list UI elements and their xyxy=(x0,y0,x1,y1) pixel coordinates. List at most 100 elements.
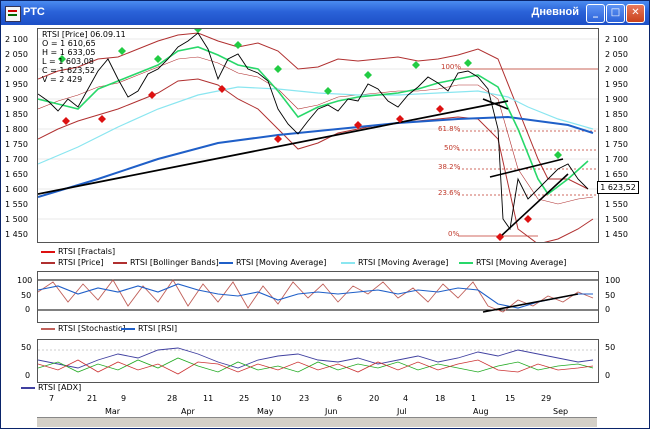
legend-ma-blue: RTSI [Moving Average] xyxy=(219,258,326,267)
rsi-line xyxy=(38,283,593,309)
maximize-button[interactable]: □ xyxy=(606,4,625,23)
legend-adx: RTSI [ADX] xyxy=(21,383,81,392)
axis-tick: 1 800 xyxy=(605,125,628,134)
legend-label: RTSI [Fractals] xyxy=(58,247,116,256)
adx-axis-tick: 50 xyxy=(21,343,32,352)
info-volume: V = 2 429 xyxy=(42,75,83,84)
x-tick: 7 xyxy=(49,394,55,403)
trendline-channel-bottom xyxy=(499,173,569,238)
x-tick: 9 xyxy=(121,394,127,403)
fib-236-label: 23.6% xyxy=(438,189,461,197)
x-tick: 4 xyxy=(403,394,409,403)
minimize-button[interactable]: _ xyxy=(586,4,605,23)
x-tick: 21 xyxy=(87,394,98,403)
x-tick: 23 xyxy=(299,394,310,403)
oscillator-svg xyxy=(38,279,598,313)
legend-bollinger: RTSI [Bollinger Bands] xyxy=(113,258,219,267)
x-tick: 28 xyxy=(167,394,178,403)
osc-axis-tick: 50 xyxy=(21,291,32,300)
legend-ma-cyan: RTSI [Moving Average] xyxy=(341,258,448,267)
info-high: H = 1 633,05 xyxy=(42,48,96,57)
month-label: Jun xyxy=(325,407,338,416)
window-title: РТС xyxy=(23,6,45,18)
close-button[interactable]: ✕ xyxy=(626,4,645,23)
osc-axis-tick: 100 xyxy=(17,276,33,285)
legend-stochastic: RTSI [Stochastic] xyxy=(41,324,126,333)
axis-tick: 1 600 xyxy=(5,185,28,194)
month-label: Aug xyxy=(473,407,489,416)
chart-window: РТС Дневной _ □ ✕ 100% 61.8% 50% 38.2% 2… xyxy=(0,0,650,429)
axis-tick: 1 900 xyxy=(5,95,28,104)
fib-50-label: 50% xyxy=(444,144,460,152)
di-minus-line xyxy=(38,359,594,375)
month-label: Apr xyxy=(181,407,195,416)
axis-tick: 2 050 xyxy=(5,50,28,59)
osc-axis-tick: 0 xyxy=(25,305,31,314)
axis-tick: 1 550 xyxy=(5,200,28,209)
axis-tick: 1 500 xyxy=(5,215,28,224)
x-tick: 29 xyxy=(541,394,552,403)
axis-tick: 1 950 xyxy=(605,80,628,89)
axis-tick: 1 950 xyxy=(5,80,28,89)
legend-rsi: RTSI [RSI] xyxy=(121,324,177,333)
axis-tick: 1 800 xyxy=(5,125,28,134)
trendline-long xyxy=(38,100,509,195)
axis-tick: 1 450 xyxy=(605,230,628,239)
axis-tick: 1 750 xyxy=(5,140,28,149)
fib-618-label: 61.8% xyxy=(438,125,461,133)
legend-label: RTSI [ADX] xyxy=(38,383,82,392)
adx-axis-tick: 0 xyxy=(25,371,31,380)
oscillator-panel[interactable] xyxy=(37,271,599,323)
month-label: Mar xyxy=(105,407,121,416)
last-price-box: 1 623,52 xyxy=(597,181,639,194)
month-label: May xyxy=(257,407,274,416)
legend-ma-green: RTSI [Moving Average] xyxy=(459,258,566,267)
horizontal-scrollbar[interactable] xyxy=(37,417,597,427)
axis-tick: 2 000 xyxy=(5,65,28,74)
title-bar[interactable]: РТС Дневной _ □ ✕ xyxy=(1,1,649,25)
fib-0-label: 0% xyxy=(448,230,460,238)
axis-tick: 1 850 xyxy=(5,110,28,119)
osc-axis-tick: 0 xyxy=(605,305,611,314)
axis-tick: 2 000 xyxy=(605,65,628,74)
month-label: Jul xyxy=(397,407,407,416)
info-low: L = 1 603,08 xyxy=(42,57,94,66)
info-title: RTSI [Price] 06.09.11 xyxy=(42,30,126,39)
legend-label: RTSI [Stochastic] xyxy=(58,324,126,333)
timeframe-label: Дневной xyxy=(531,6,580,18)
axis-tick: 2 050 xyxy=(605,50,628,59)
di-plus-line xyxy=(38,357,594,373)
axis-tick: 2 100 xyxy=(5,35,28,44)
fib-382-label: 38.2% xyxy=(438,163,461,171)
legend-label: RTSI [RSI] xyxy=(138,324,178,333)
adx-axis-tick: 50 xyxy=(605,343,616,352)
bollinger-lower xyxy=(38,78,594,242)
adx-axis-tick: 0 xyxy=(605,371,611,380)
legend-price: RTSI [Price] xyxy=(41,258,104,267)
info-close: C = 1 623,52 xyxy=(42,66,95,75)
x-tick: 25 xyxy=(239,394,250,403)
axis-tick: 1 450 xyxy=(5,230,28,239)
x-tick: 18 xyxy=(435,394,446,403)
x-tick: 15 xyxy=(505,394,516,403)
legend-label: RTSI [Moving Average] xyxy=(476,258,567,267)
trendline-channel-top xyxy=(489,158,564,178)
fib-100-label: 100% xyxy=(441,63,462,71)
x-tick: 20 xyxy=(369,394,380,403)
chart-app-icon xyxy=(5,6,21,22)
axis-tick: 1 750 xyxy=(605,140,628,149)
info-open: O = 1 610,65 xyxy=(42,39,96,48)
osc-axis-tick: 100 xyxy=(605,276,621,285)
axis-tick: 1 850 xyxy=(605,110,628,119)
legend-fractals: RTSI [Fractals] xyxy=(41,247,115,256)
adx-line xyxy=(38,347,594,369)
x-tick: 6 xyxy=(337,394,343,403)
price-info-box: RTSI [Price] 06.09.11 O = 1 610,65 H = 1… xyxy=(42,30,126,84)
adx-svg xyxy=(38,347,598,375)
axis-tick: 1 700 xyxy=(5,155,28,164)
x-tick: 11 xyxy=(203,394,214,403)
adx-panel[interactable] xyxy=(37,339,599,383)
axis-tick: 2 100 xyxy=(605,35,628,44)
axis-tick: 1 900 xyxy=(605,95,628,104)
osc-axis-tick: 50 xyxy=(605,291,616,300)
